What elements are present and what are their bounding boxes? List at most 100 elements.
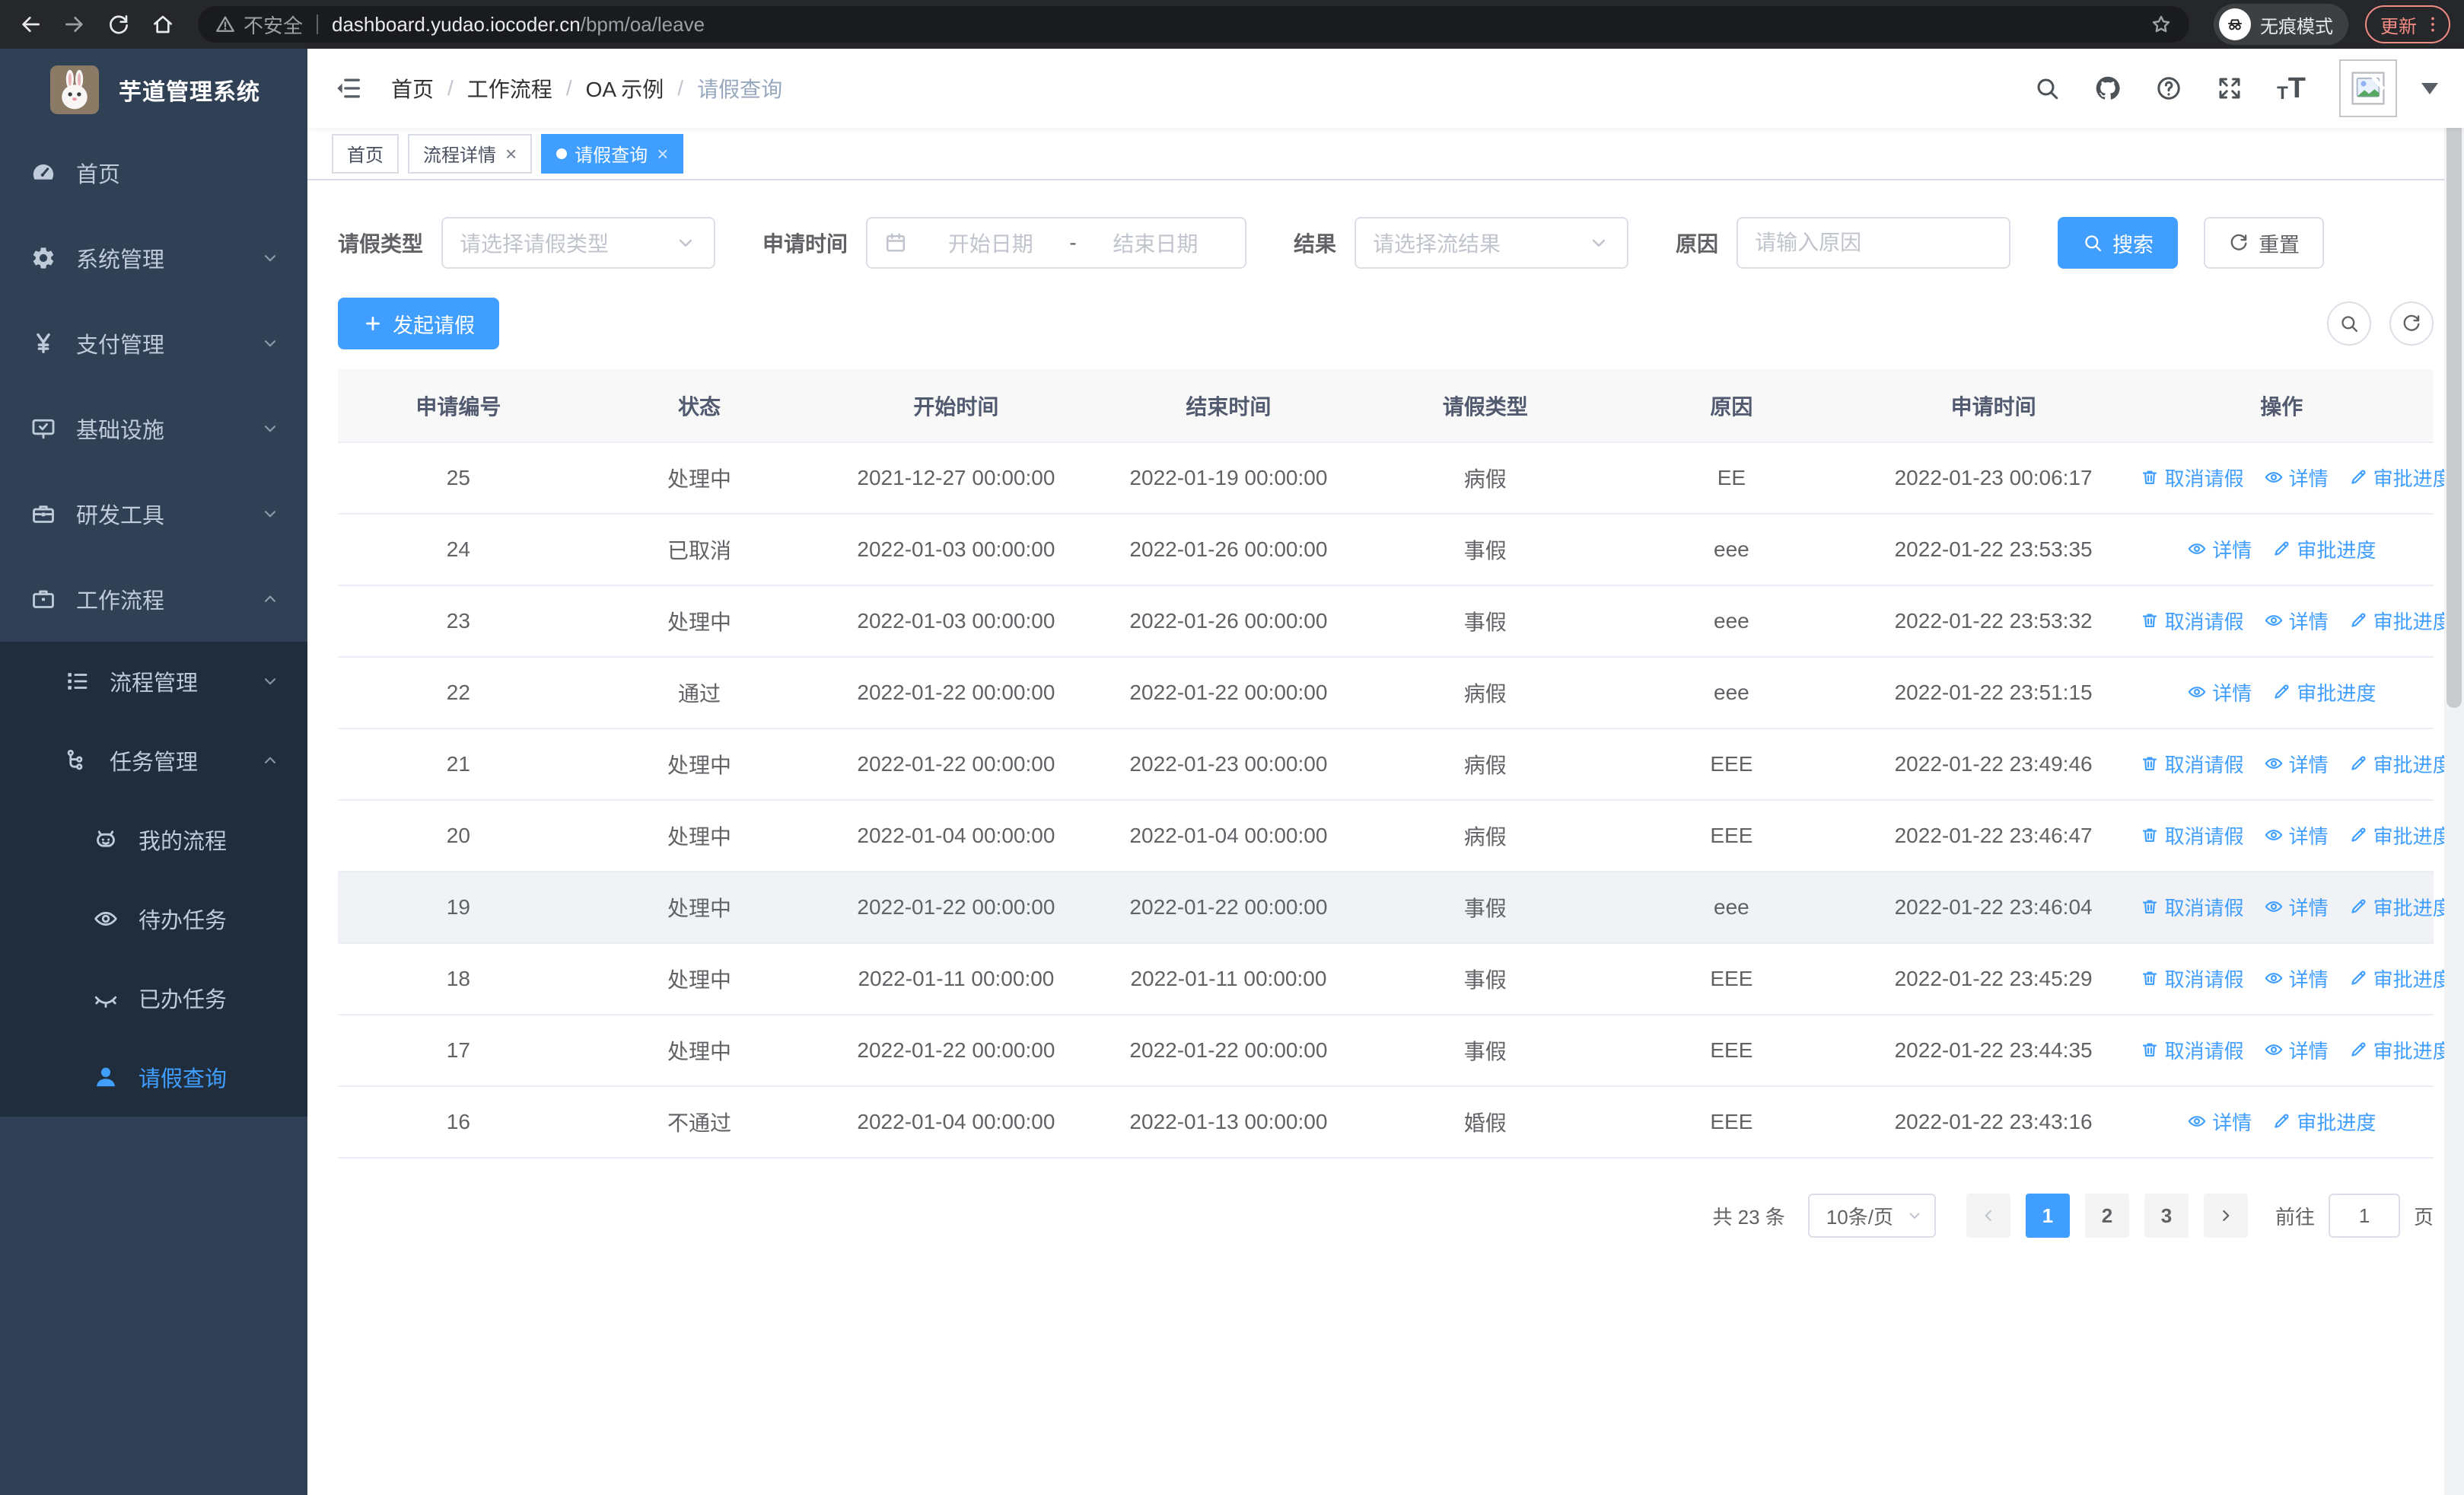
sidebar-item-infra[interactable]: 基础设施 [0, 386, 307, 471]
cancel-leave-link[interactable]: 取消请假 [2140, 1036, 2244, 1064]
help-icon[interactable] [2155, 75, 2182, 102]
breadcrumb-item[interactable]: 工作流程 [467, 73, 552, 104]
sidebar-item-system[interactable]: 系统管理 [0, 215, 307, 301]
browser-reload-button[interactable] [102, 8, 135, 41]
cell-id: 18 [338, 943, 579, 1015]
sidebar-item-label: 待办任务 [138, 909, 228, 933]
progress-link[interactable]: 审批进度 [2348, 607, 2453, 635]
browser-forward-button[interactable] [58, 8, 91, 41]
sidebar-item-devtools[interactable]: 研发工具 [0, 471, 307, 556]
table-row: 16 不通过 2022-01-04 00:00:00 2022-01-13 00:00… [338, 1086, 2434, 1159]
detail-link[interactable]: 详情 [2264, 1036, 2329, 1064]
progress-link[interactable]: 审批进度 [2348, 1036, 2453, 1064]
scrollbar[interactable] [2444, 49, 2464, 1495]
detail-link[interactable]: 详情 [2187, 678, 2252, 706]
app-logo[interactable]: 芋道管理系统 [0, 49, 307, 130]
detail-link[interactable]: 详情 [2264, 964, 2329, 993]
next-page-button[interactable] [2203, 1194, 2248, 1238]
cell-id: 24 [338, 514, 579, 586]
address-bar[interactable]: 不安全 dashboard.yudao.iocoder.cn/bpm/oa/le… [198, 6, 2189, 43]
cancel-leave-link[interactable]: 取消请假 [2140, 607, 2244, 635]
reason-input[interactable] [1755, 231, 1993, 255]
browser-home-button[interactable] [146, 8, 180, 41]
cell-start_time: 2022-01-22 00:00:00 [820, 1015, 1093, 1087]
sidebar-item-home[interactable]: 首页 [0, 130, 307, 215]
detail-link[interactable]: 详情 [2187, 1108, 2252, 1136]
avatar-caret-icon[interactable] [2421, 82, 2438, 94]
cell-actions: 取消请假 详情 审批进度 [2129, 800, 2453, 872]
sidebar-item-leave-query[interactable]: 请假查询 [0, 1038, 307, 1117]
sidebar-item-process-mgmt[interactable]: 流程管理 [0, 642, 307, 721]
cell-start_time: 2022-01-22 00:00:00 [820, 728, 1093, 801]
progress-link[interactable]: 审批进度 [2348, 964, 2453, 993]
create-leave-button[interactable]: 发起请假 [338, 298, 499, 349]
page-size-select[interactable]: 10条/页 [1807, 1194, 1936, 1238]
cell-end_time: 2022-01-04 00:00:00 [1092, 800, 1365, 872]
scrollbar-thumb[interactable] [2446, 53, 2462, 708]
toolbox-icon [30, 501, 56, 527]
progress-link[interactable]: 审批进度 [2348, 750, 2453, 778]
progress-link[interactable]: 审批进度 [2271, 1108, 2376, 1136]
github-icon[interactable] [2094, 75, 2122, 102]
breadcrumb-item[interactable]: 首页 [391, 73, 434, 104]
chevron-down-icon [260, 248, 280, 268]
page-button-2[interactable]: 2 [2084, 1194, 2129, 1238]
detail-link[interactable]: 详情 [2264, 607, 2329, 635]
goto-page-input[interactable] [2328, 1194, 2400, 1238]
eye-open-icon [2264, 1040, 2284, 1060]
browser-update-menu-button[interactable]: 更新 [2365, 5, 2450, 43]
detail-link[interactable]: 详情 [2187, 535, 2252, 563]
prev-page-button[interactable] [1966, 1194, 2010, 1238]
cancel-leave-link[interactable]: 取消请假 [2140, 893, 2244, 921]
apply-time-range-picker[interactable]: 开始日期 - 结束日期 [866, 217, 1247, 269]
bookmark-star-icon[interactable] [2150, 13, 2173, 36]
progress-link[interactable]: 审批进度 [2348, 464, 2453, 492]
column-header: 申请编号 [338, 369, 579, 443]
sidebar-item-payment[interactable]: 支付管理 [0, 301, 307, 386]
leave-type-select[interactable]: 请选择请假类型 [441, 217, 716, 269]
cell-status: 处理中 [578, 943, 820, 1015]
tab-process-detail[interactable]: 流程详情 × [408, 133, 533, 174]
table-refresh-button[interactable] [2389, 301, 2434, 346]
header-search-icon[interactable] [2033, 75, 2061, 102]
tab-home[interactable]: 首页 [332, 133, 399, 174]
cancel-leave-link[interactable]: 取消请假 [2140, 964, 2244, 993]
fullscreen-icon[interactable] [2216, 75, 2243, 102]
detail-link[interactable]: 详情 [2264, 821, 2329, 850]
breadcrumb-item[interactable]: OA 示例 [586, 73, 664, 104]
cancel-leave-link[interactable]: 取消请假 [2140, 821, 2244, 850]
detail-link[interactable]: 详情 [2264, 893, 2329, 921]
sidebar-item-workflow[interactable]: 工作流程 [0, 556, 307, 642]
tab-close-icon[interactable]: × [505, 144, 517, 164]
detail-link[interactable]: 详情 [2264, 750, 2329, 778]
cancel-leave-link[interactable]: 取消请假 [2140, 464, 2244, 492]
avatar[interactable] [2339, 59, 2397, 117]
hamburger-icon[interactable] [333, 73, 364, 104]
font-size-icon[interactable]: TT [2277, 74, 2306, 103]
tab-leave-query[interactable]: 请假查询 × [541, 133, 684, 174]
browser-back-button[interactable] [14, 8, 47, 41]
page-button-3[interactable]: 3 [2144, 1194, 2189, 1238]
table-search-button[interactable] [2327, 301, 2371, 346]
reset-button[interactable]: 重置 [2204, 217, 2325, 269]
progress-link[interactable]: 审批进度 [2271, 678, 2376, 706]
progress-link[interactable]: 审批进度 [2271, 535, 2376, 563]
cancel-leave-link[interactable]: 取消请假 [2140, 750, 2244, 778]
tab-close-icon[interactable]: × [657, 144, 668, 164]
page-button-1[interactable]: 1 [2025, 1194, 2070, 1238]
eye-open-icon [2264, 467, 2284, 487]
sidebar-item-my-process[interactable]: 我的流程 [0, 800, 307, 879]
cell-leave_type: 事假 [1364, 872, 1606, 944]
sidebar-item-task-mgmt[interactable]: 任务管理 [0, 721, 307, 800]
search-button[interactable]: 搜索 [2058, 217, 2179, 269]
result-select[interactable]: 请选择流结果 [1355, 217, 1629, 269]
eye-open-icon [2187, 1111, 2207, 1131]
sidebar-item-done-tasks[interactable]: 已办任务 [0, 958, 307, 1038]
progress-link[interactable]: 审批进度 [2348, 821, 2453, 850]
chevron-down-icon [260, 419, 280, 438]
leave-table: 申请编号 状态 开始时间 结束时间 请假类型 原因 申请时间 操作 25 处理中 2021-12-… [338, 369, 2453, 1159]
detail-link[interactable]: 详情 [2264, 464, 2329, 492]
progress-link[interactable]: 审批进度 [2348, 893, 2453, 921]
briefcase-icon [30, 586, 56, 612]
sidebar-item-todo-tasks[interactable]: 待办任务 [0, 879, 307, 958]
